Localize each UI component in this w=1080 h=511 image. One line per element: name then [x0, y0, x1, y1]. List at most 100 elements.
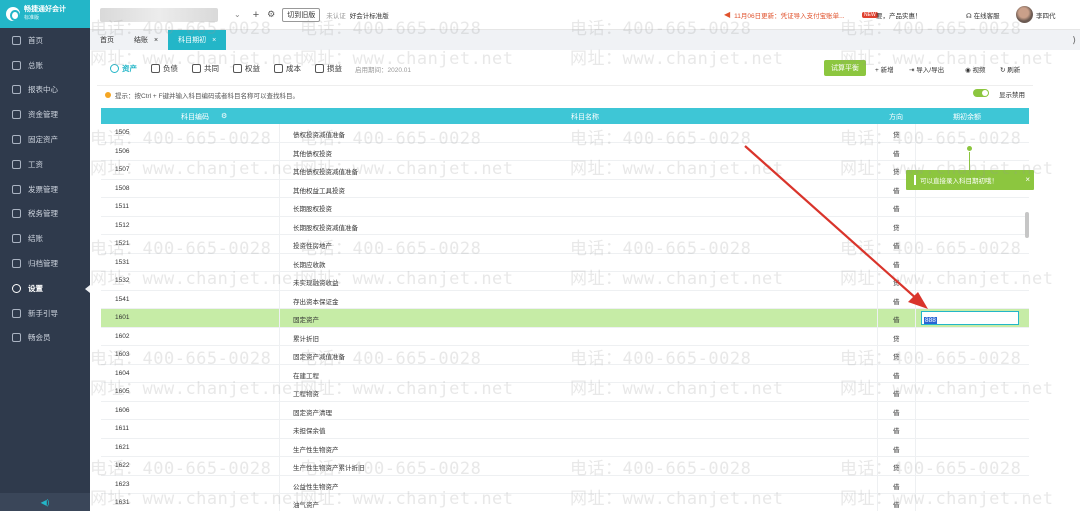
- account-code: 1512: [115, 221, 130, 229]
- update-notice[interactable]: ◀ 11月06日更新：凭证导入支付宝账单...: [724, 10, 845, 20]
- table-row[interactable]: 1604 在建工程 借: [101, 364, 1029, 383]
- column-divider: [279, 364, 280, 382]
- sidebar-item-2[interactable]: 报表中心: [0, 78, 90, 103]
- promo-link[interactable]: 要，产品实惠！: [876, 10, 922, 20]
- table-row[interactable]: 1506 其他债权投资 借: [101, 142, 1029, 161]
- sidebar-item-7[interactable]: 税务管理: [0, 202, 90, 227]
- user-name[interactable]: 李四代: [1036, 10, 1056, 20]
- column-divider: [877, 494, 878, 511]
- column-divider: [877, 401, 878, 419]
- table-row[interactable]: 1622 生产性生物资产累计折旧 贷: [101, 457, 1029, 476]
- column-divider: [877, 309, 878, 327]
- hint-text: 提示：按Ctrl + F键并输入科目编码或者科目名称可以查找科目。: [115, 93, 299, 100]
- table-row[interactable]: 1603 固定资产减值准备 贷: [101, 346, 1029, 365]
- category-label: 资产: [122, 64, 137, 73]
- table-row[interactable]: 1621 生产性生物资产 借: [101, 438, 1029, 457]
- category-tab-3[interactable]: 权益: [226, 60, 267, 78]
- show-disabled-toggle[interactable]: [973, 89, 989, 97]
- sidebar-item-10[interactable]: 设置: [0, 276, 90, 301]
- account-direction: 借: [893, 372, 900, 380]
- asset-icon: [12, 135, 21, 145]
- close-icon[interactable]: ×: [212, 37, 216, 44]
- sidebar-item-5[interactable]: 工资: [0, 152, 90, 177]
- video-button[interactable]: ◉ 视频: [965, 64, 985, 74]
- tab-scroll-icon[interactable]: ⟩: [1072, 35, 1076, 46]
- sidebar-item-8[interactable]: 结账: [0, 226, 90, 251]
- account-direction: 借: [893, 391, 900, 398]
- category-tab-0[interactable]: 资产: [103, 60, 144, 78]
- sidebar-item-12[interactable]: 畅会员: [0, 326, 90, 351]
- account-code: 1603: [115, 351, 130, 358]
- sidebar-item-1[interactable]: 总账: [0, 53, 90, 78]
- sidebar-item-4[interactable]: 固定资产: [0, 127, 90, 152]
- table-row[interactable]: 1541 存出资本保证金 借: [101, 290, 1029, 309]
- company-selector[interactable]: [100, 7, 218, 22]
- column-divider: [279, 179, 280, 197]
- chevron-down-icon[interactable]: ⌄: [234, 10, 241, 19]
- column-divider: [279, 290, 280, 308]
- show-disabled-label: 显示禁用: [999, 92, 1025, 99]
- table-row[interactable]: 1606 固定资产清理 借: [101, 401, 1029, 420]
- table-row[interactable]: 1532 未实现融资收益 贷: [101, 272, 1029, 291]
- column-divider: [877, 364, 878, 382]
- sidebar-item-label: 资金管理: [28, 110, 58, 120]
- table-row[interactable]: 1521 投资性房地产 借: [101, 235, 1029, 254]
- table-row[interactable]: 1505 债权投资减值准备 贷: [101, 124, 1029, 143]
- table-row[interactable]: 1611 未担保余值 借: [101, 420, 1029, 439]
- column-divider: [877, 235, 878, 253]
- column-divider: [877, 290, 878, 308]
- sidebar-item-6[interactable]: 发票管理: [0, 177, 90, 202]
- settings-icon[interactable]: ⚙: [221, 112, 227, 120]
- category-tab-4[interactable]: 成本: [267, 60, 308, 78]
- account-direction: 贷: [893, 465, 900, 472]
- cert-status[interactable]: 未认证: [326, 10, 346, 20]
- tab-home[interactable]: 首页: [90, 30, 124, 50]
- opening-balance-panel: 资产 负债 共同 权益 成本 损益 启用期间：2020.01 试算平衡 + 新增 ⇥ 导入…: [97, 52, 1033, 511]
- table-row[interactable]: 1602 累计折旧 贷: [101, 327, 1029, 346]
- category-tab-5[interactable]: 损益: [308, 60, 349, 78]
- account-name: 固定资产减值准备: [293, 354, 345, 361]
- category-tab-2[interactable]: 共同: [185, 60, 226, 78]
- import-export-button[interactable]: ⇥ 导入/导出: [909, 64, 944, 74]
- sidebar-item-label: 固定资产: [28, 135, 58, 145]
- close-icon[interactable]: ×: [154, 37, 158, 44]
- opening-balance-input[interactable]: 888: [921, 311, 1019, 325]
- online-service-link[interactable]: ☊ 在线客服: [966, 10, 1000, 20]
- plus-icon[interactable]: +: [253, 9, 259, 21]
- category-icon: [315, 64, 324, 73]
- table-row[interactable]: 1631 油气资产 借: [101, 494, 1029, 511]
- chart-icon: [12, 85, 21, 95]
- scrollbar[interactable]: [1025, 212, 1029, 238]
- close-icon[interactable]: ×: [1025, 175, 1030, 184]
- vip-icon: [12, 333, 21, 343]
- table-row[interactable]: 1605 工程物资 借: [101, 383, 1029, 402]
- trial-balance-button[interactable]: 试算平衡: [824, 60, 866, 76]
- sidebar-item-0[interactable]: 首页: [0, 28, 90, 53]
- column-divider: [877, 216, 878, 234]
- tab-opening-balance[interactable]: 科目期初 ×: [168, 30, 227, 50]
- table-row[interactable]: 1601 固定资产 借 888: [101, 309, 1029, 328]
- column-divider: [877, 253, 878, 271]
- switch-old-version-button[interactable]: 切到旧版: [282, 7, 321, 22]
- table-row[interactable]: 1507 其他债权投资减值准备 贷: [101, 161, 1029, 180]
- table-row[interactable]: 1531 长期应收款 借: [101, 253, 1029, 272]
- app-logo[interactable]: 畅捷通好会计 标准版: [0, 0, 90, 28]
- gear-icon[interactable]: ⚙: [267, 9, 275, 20]
- refresh-button[interactable]: ↻ 刷新: [1000, 64, 1020, 74]
- column-divider: [915, 272, 916, 290]
- sidebar-item-9[interactable]: 归档管理: [0, 251, 90, 276]
- table-row[interactable]: 1623 公益性生物资产 借: [101, 475, 1029, 494]
- sidebar-item-3[interactable]: 资金管理: [0, 102, 90, 127]
- tab-close-books[interactable]: 结账 ×: [124, 30, 168, 50]
- speaker-collapse-icon[interactable]: ◀): [0, 493, 90, 511]
- account-code: 1508: [115, 184, 130, 192]
- table-row[interactable]: 1512 长期股权投资减值准备 贷: [101, 216, 1029, 235]
- account-code: 1621: [115, 443, 130, 451]
- table-row[interactable]: 1508 其他权益工具投资 借: [101, 179, 1029, 198]
- add-button[interactable]: + 新增: [875, 64, 894, 74]
- sidebar-item-11[interactable]: 新手引导: [0, 301, 90, 326]
- avatar[interactable]: [1016, 6, 1033, 23]
- table-row[interactable]: 1511 长期股权投资 借: [101, 198, 1029, 217]
- column-divider: [915, 364, 916, 382]
- category-tab-1[interactable]: 负债: [144, 60, 185, 78]
